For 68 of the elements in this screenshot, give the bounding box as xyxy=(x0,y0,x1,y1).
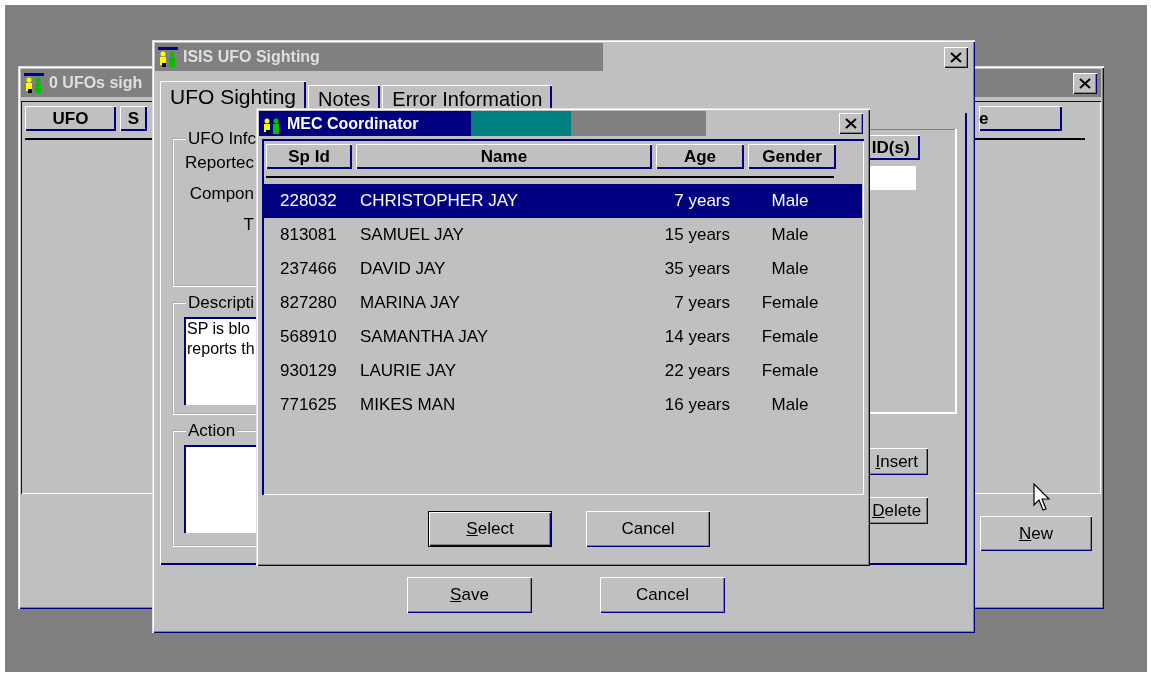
table-cell-text: 7 years xyxy=(673,191,731,211)
text-line: reports th xyxy=(187,339,255,359)
field-label: T xyxy=(242,215,254,236)
select-button[interactable]: Select xyxy=(428,511,552,547)
tab[interactable]: UFO Sighting xyxy=(160,81,307,113)
table-cell-text: SAMANTHA JAY xyxy=(359,327,490,347)
table-cell-text: 228032 xyxy=(279,191,338,211)
close-button[interactable] xyxy=(944,46,968,68)
table-cell-text: 930129 xyxy=(279,361,338,381)
table-cell-text: Male xyxy=(770,395,810,415)
column-header[interactable]: S xyxy=(120,106,147,131)
table-cell-text: Male xyxy=(770,259,810,279)
table-cell-text: 22 years xyxy=(663,361,731,381)
list-row[interactable]: 237466 DAVID JAY 35 years Male xyxy=(264,252,862,286)
group-title: Action xyxy=(187,421,237,441)
list-row[interactable]: 568910 SAMANTHA JAY 14 years Female xyxy=(264,320,862,354)
table-cell-text: Female xyxy=(760,327,820,347)
close-button[interactable] xyxy=(839,113,863,134)
table-cell-text: Male xyxy=(770,191,810,211)
table-cell-text: 771625 xyxy=(279,395,338,415)
window-title: 0 UFOs sigh xyxy=(49,74,143,92)
close-button[interactable] xyxy=(1073,72,1097,94)
column-header[interactable]: UFO xyxy=(25,106,116,131)
table-cell-text: Male xyxy=(770,225,810,245)
window-title: ISIS UFO Sighting xyxy=(183,48,320,66)
table-cell-text: 14 years xyxy=(663,327,731,347)
window-title: MEC Coordinator xyxy=(287,114,419,133)
list-row[interactable]: 771625 MIKES MAN 16 years Male xyxy=(264,388,862,422)
table-cell-text: 237466 xyxy=(279,259,338,279)
text-line: SP is blo xyxy=(187,319,250,339)
list-row[interactable]: 228032 CHRISTOPHER JAY 7 years Male xyxy=(264,184,862,218)
people-icon xyxy=(23,72,45,94)
table-cell-text: LAURIE JAY xyxy=(359,361,458,381)
table-cell-text: 15 years xyxy=(663,225,731,245)
new-button[interactable]: New xyxy=(980,516,1092,551)
people-icon xyxy=(157,46,179,68)
column-header[interactable]: Gender xyxy=(748,144,836,169)
list-row[interactable]: 930129 LAURIE JAY 22 years Female xyxy=(264,354,862,388)
cancel-button[interactable]: Cancel xyxy=(600,577,725,613)
group-title: Descripti xyxy=(187,293,256,313)
close-icon xyxy=(845,118,857,129)
field-label: Compon xyxy=(188,184,254,205)
table-cell-text: 7 years xyxy=(673,293,731,313)
table-cell-text: SAMUEL JAY xyxy=(359,225,465,245)
column-header[interactable]: Name xyxy=(356,144,652,169)
table-cell-text: 813081 xyxy=(279,225,338,245)
table-cell-text: MIKES MAN xyxy=(359,395,457,415)
column-header[interactable]: e xyxy=(979,106,1062,131)
table-cell-text: 827280 xyxy=(279,293,338,313)
mouse-pointer-icon xyxy=(1033,483,1053,513)
close-icon xyxy=(1079,77,1091,89)
group-title: UFO Infc xyxy=(187,129,257,149)
table-cell-text: 16 years xyxy=(663,395,731,415)
field-label: Reportec xyxy=(184,153,254,174)
cancel-button[interactable]: Cancel xyxy=(586,511,710,547)
column-header[interactable]: Age xyxy=(656,144,744,169)
save-button[interactable]: Save xyxy=(407,577,532,613)
table-cell-text: 35 years xyxy=(663,259,731,279)
column-header[interactable]: Sp Id xyxy=(266,144,352,169)
table-cell-text: Female xyxy=(760,361,820,381)
list-row[interactable]: 827280 MARINA JAY 7 years Female xyxy=(264,286,862,320)
list-row[interactable]: 813081 SAMUEL JAY 15 years Male xyxy=(264,218,862,252)
table-cell-text: CHRISTOPHER JAY xyxy=(359,191,520,211)
table-cell-text: MARINA JAY xyxy=(359,293,461,313)
close-icon xyxy=(950,51,962,63)
table-cell-text: Female xyxy=(760,293,820,313)
table-cell-text: DAVID JAY xyxy=(359,259,447,279)
table-cell-text: 568910 xyxy=(279,327,338,347)
